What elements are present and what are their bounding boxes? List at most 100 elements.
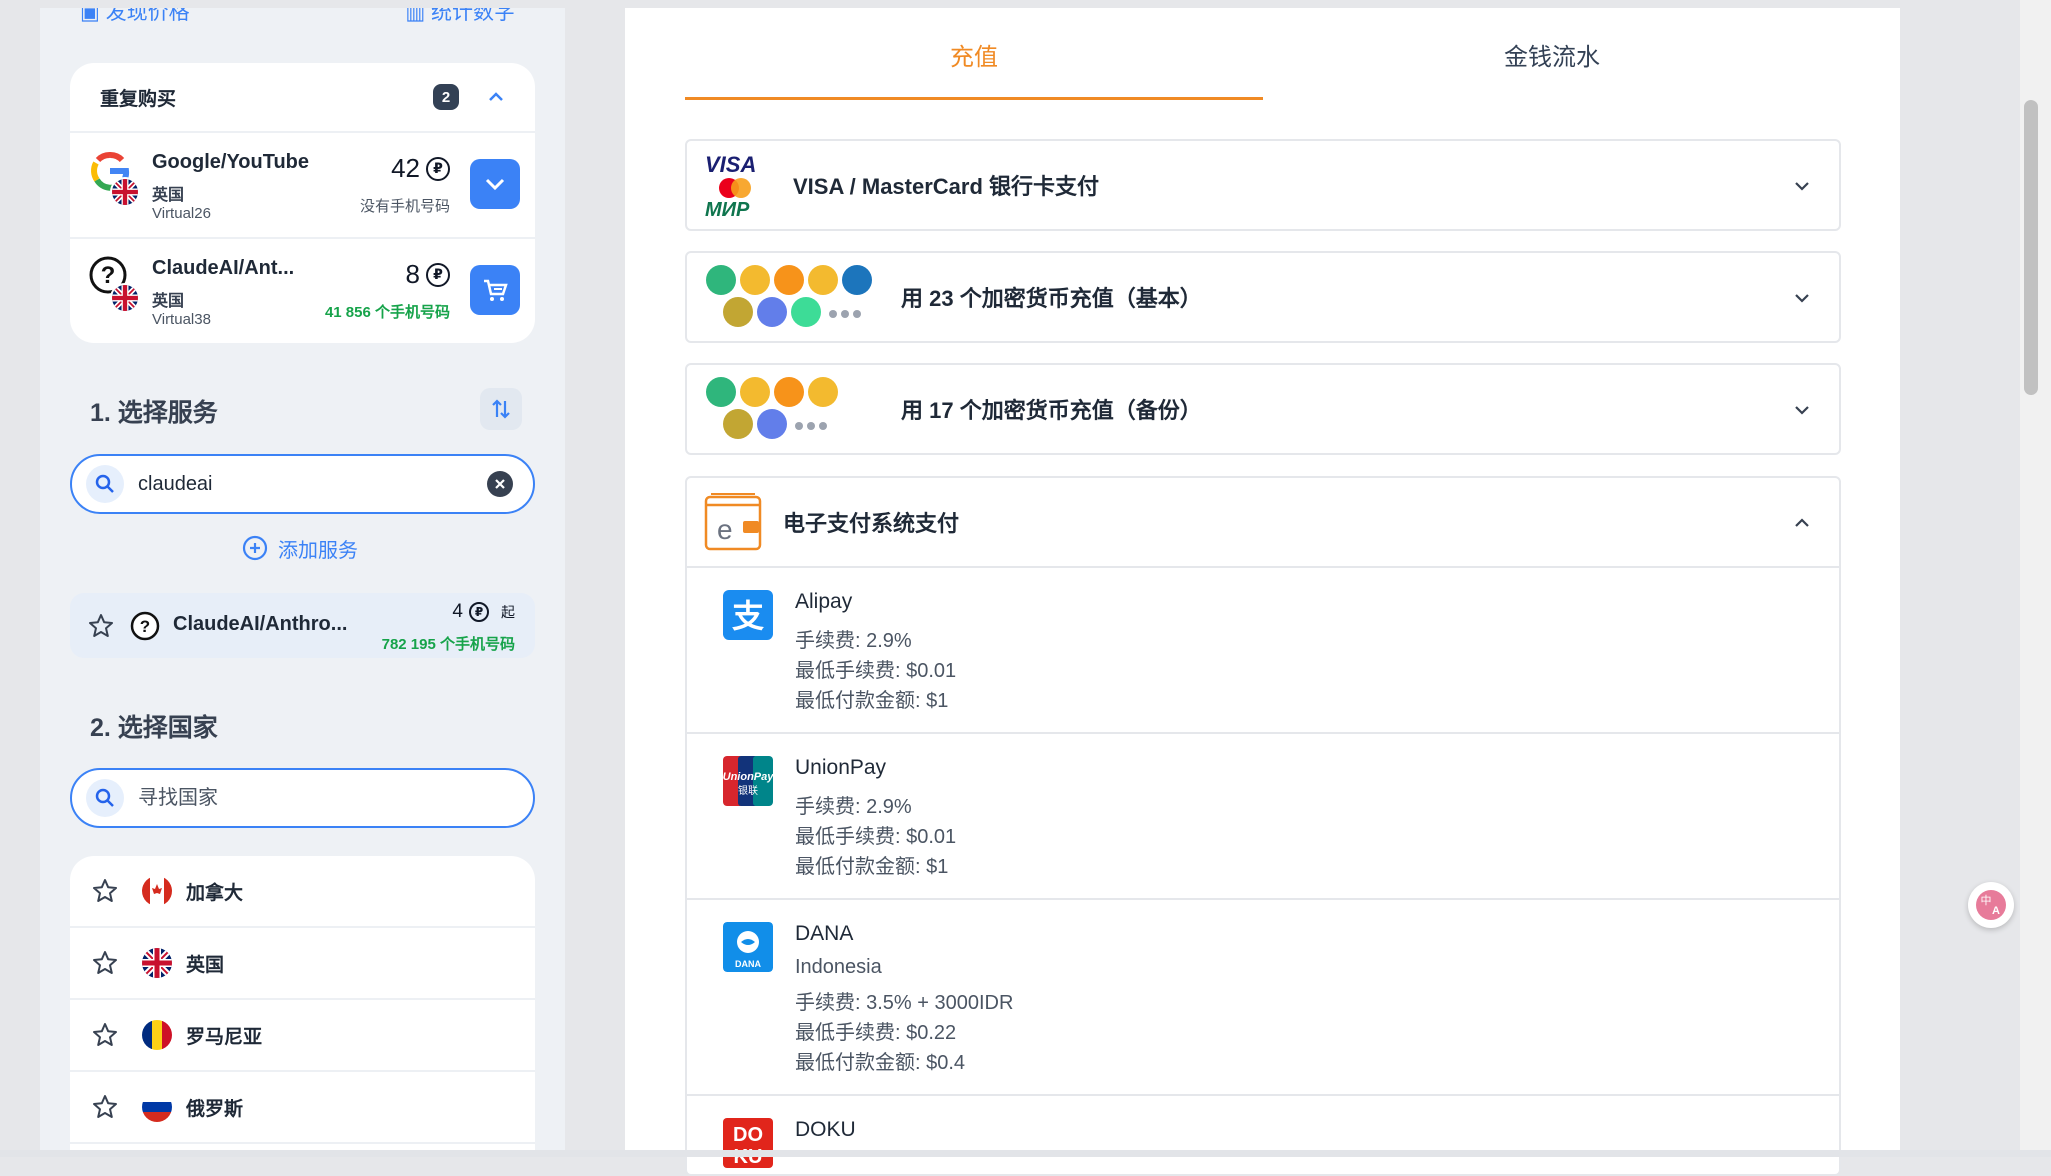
scrollbar-thumb[interactable]: [2024, 100, 2038, 395]
clear-icon[interactable]: [487, 471, 513, 497]
svg-text:A: A: [1992, 905, 2000, 917]
uk-flag-icon: [142, 948, 172, 978]
method-fee: 手续费: 2.9%: [795, 630, 912, 652]
method-crypto-backup[interactable]: 用 17 个加密货币充值（备份）: [685, 363, 1841, 455]
translate-button[interactable]: 中 A: [1968, 882, 2014, 928]
crypto-coins-icon: [706, 265, 872, 327]
svg-text:DO: DO: [733, 1124, 763, 1146]
chevron-down-icon: [1795, 406, 1809, 415]
add-service-label: 添加服务: [278, 539, 358, 562]
service-provider: Virtual38: [152, 311, 211, 328]
method-min-amount: 最低付款金额: $1: [795, 690, 949, 712]
russia-flag-icon: [142, 1092, 172, 1122]
service-search-input[interactable]: [70, 454, 535, 514]
repeat-purchase-title: 重复购买: [100, 88, 177, 110]
country-item-russia[interactable]: 俄罗斯: [70, 1072, 535, 1144]
repeat-item-google[interactable]: Google/YouTube 英国 Virtual26 42 ₽ 没有手机号码: [70, 133, 535, 239]
e-payment-header[interactable]: e 电子支付系统支付: [687, 478, 1839, 568]
svg-text:?: ?: [140, 617, 150, 636]
method-fee: 手续费: 3.5% + 3000IDR: [795, 992, 1014, 1014]
cart-icon: [484, 279, 508, 301]
service-result-item[interactable]: ? ClaudeAI/Anthro... 4 ₽ 起 782 195 个手机号码: [70, 593, 535, 658]
buy-button[interactable]: [470, 265, 520, 315]
svg-text:银联: 银联: [738, 784, 758, 797]
chevron-up-icon[interactable]: [487, 88, 505, 106]
e-payment-title: 电子支付系统支付: [783, 511, 960, 536]
service-price: 42 ₽: [391, 153, 450, 184]
chevron-down-icon: [1795, 182, 1809, 191]
method-min-fee: 最低手续费: $0.22: [795, 1022, 957, 1044]
method-dana[interactable]: DANA DANA Indonesia 手续费: 3.5% + 3000IDR …: [687, 900, 1839, 1096]
find-prices-link[interactable]: ▣ 发现价格: [80, 8, 190, 26]
svg-text:DANA: DANA: [735, 959, 761, 969]
statistics-link[interactable]: ▥ 统计数字: [405, 8, 515, 26]
country-search-field[interactable]: [136, 785, 519, 811]
country-name: 罗马尼亚: [186, 1026, 263, 1048]
service-availability: 没有手机号码: [359, 198, 450, 215]
left-sidebar: ▣ 发现价格 ▥ 统计数字 重复购买 2 Google/YouTube 英国 V…: [40, 8, 565, 1157]
star-icon[interactable]: [88, 613, 114, 639]
country-item-uk[interactable]: 英国: [70, 928, 535, 1000]
doku-icon: DO KU: [723, 1118, 773, 1168]
method-region: Indonesia: [795, 956, 882, 978]
method-alipay[interactable]: 支 Alipay 手续费: 2.9% 最低手续费: $0.01 最低付款金额: …: [687, 568, 1839, 734]
sort-button[interactable]: [480, 388, 522, 430]
service-name: Google/YouTube: [152, 151, 310, 173]
repeat-purchase-card: 重复购买 2 Google/YouTube 英国 Virtual26 42 ₽ …: [70, 63, 535, 343]
translate-icon: 中 A: [1976, 890, 2006, 920]
svg-text:МИР: МИР: [705, 199, 750, 220]
repeat-item-claude[interactable]: ? ClaudeAI/Ant... 英国 Virtual38 8 ₽ 41 85…: [70, 239, 535, 345]
svg-text:中: 中: [1981, 894, 1992, 907]
canada-flag-icon: [142, 876, 172, 906]
tab-bar: 充值 金钱流水: [685, 8, 1841, 100]
star-icon[interactable]: [92, 950, 118, 976]
svg-text:e: e: [717, 514, 733, 545]
payment-panel: 充值 金钱流水 VISA МИР VISA / MasterCard 银行卡支付…: [625, 8, 1900, 1176]
tab-money-flow[interactable]: 金钱流水: [1263, 8, 1841, 100]
e-wallet-icon: e: [704, 493, 762, 551]
add-service-button[interactable]: 添加服务: [240, 533, 358, 563]
sort-arrows-icon: [492, 399, 510, 419]
uk-flag-icon: [110, 283, 140, 313]
alipay-icon: 支: [723, 590, 773, 640]
method-card-payment[interactable]: VISA МИР VISA / MasterCard 银行卡支付: [685, 139, 1841, 231]
result-price: 4 ₽ 起: [452, 601, 515, 623]
ruble-icon: ₽: [469, 602, 489, 622]
country-name: 俄罗斯: [186, 1098, 244, 1120]
country-list: 加拿大 英国 罗马尼亚 俄罗斯: [70, 856, 535, 1157]
star-icon[interactable]: [92, 1094, 118, 1120]
method-min-fee: 最低手续费: $0.01: [795, 660, 957, 682]
method-doku[interactable]: DO KU DOKU: [687, 1096, 1839, 1174]
tab-top-up[interactable]: 充值: [685, 8, 1263, 100]
svg-text:?: ?: [101, 262, 116, 289]
expand-button[interactable]: [470, 159, 520, 209]
svg-text:UnionPay: UnionPay: [723, 771, 773, 783]
star-icon[interactable]: [92, 878, 118, 904]
chevron-up-icon: [1795, 518, 1809, 527]
question-circle-icon: ?: [130, 611, 160, 641]
result-price-value: 4: [452, 601, 463, 622]
method-label: 用 23 个加密货币充值（基本）: [901, 286, 1202, 311]
visa-mastercard-mir-icon: VISA МИР: [705, 152, 756, 220]
country-item-canada[interactable]: 加拿大: [70, 856, 535, 928]
search-icon: [86, 465, 124, 503]
service-name: ClaudeAI/Ant...: [152, 257, 295, 279]
service-country: 英国: [152, 187, 185, 204]
bottom-edge: [0, 1150, 2051, 1157]
method-label: 用 17 个加密货币充值（备份）: [901, 398, 1202, 423]
dana-icon: DANA: [723, 922, 773, 972]
price-value: 42: [391, 153, 420, 183]
svg-text:支: 支: [732, 597, 764, 635]
service-country: 英国: [152, 293, 185, 310]
country-item-romania[interactable]: 罗马尼亚: [70, 1000, 535, 1072]
result-name: ClaudeAI/Anthro...: [173, 613, 348, 635]
repeat-purchase-header[interactable]: 重复购买 2: [70, 63, 535, 133]
svg-text:VISA: VISA: [705, 152, 756, 177]
unionpay-icon: UnionPay 银联: [723, 756, 773, 806]
country-search-input[interactable]: [70, 768, 535, 828]
star-icon[interactable]: [92, 1022, 118, 1048]
method-unionpay[interactable]: UnionPay 银联 UnionPay 手续费: 2.9% 最低手续费: $0…: [687, 734, 1839, 900]
method-crypto-basic[interactable]: 用 23 个加密货币充值（基本）: [685, 251, 1841, 343]
chevron-down-icon: [485, 178, 505, 191]
service-search-field[interactable]: [136, 471, 487, 497]
